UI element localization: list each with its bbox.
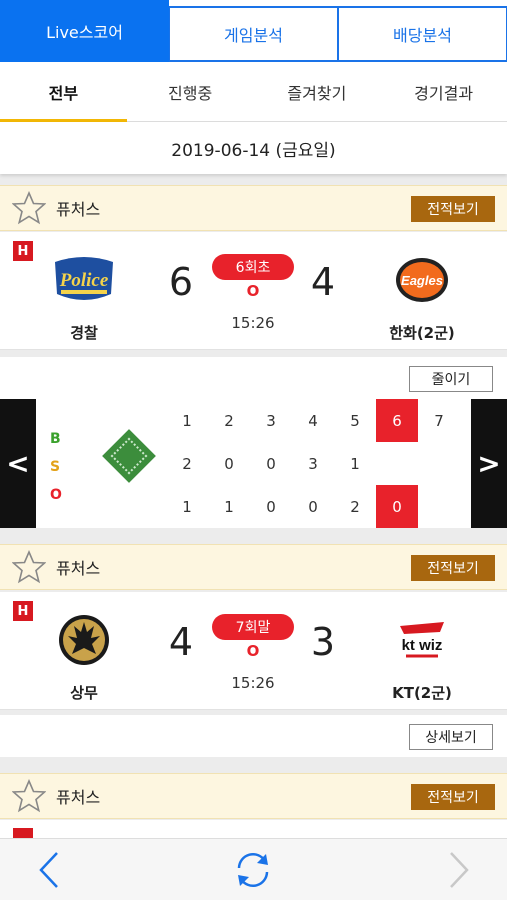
home-team-name: 경찰 (70, 324, 98, 342)
away-inning-score: 0 (266, 497, 276, 516)
league-header: 퓨처스 전적보기 (0, 185, 507, 231)
away-team: kt wiz KT(2군) (362, 610, 482, 703)
tab-live-score[interactable]: Live스코어 (0, 0, 169, 62)
inning-grid: 1 2 3 4 5 6 7 2 0 0 3 1 1 1 0 0 2 0 (166, 399, 471, 528)
away-team-name: KT(2군) (392, 684, 452, 702)
prev-arrow-icon[interactable]: < (0, 399, 36, 528)
favorite-star-icon[interactable] (12, 550, 46, 584)
subtab-results[interactable]: 경기결과 (380, 62, 507, 121)
away-inning-score: 0 (308, 497, 318, 516)
league-header: 퓨처스 전적보기 (0, 544, 507, 590)
view-record-button[interactable]: 전적보기 (411, 196, 495, 222)
live-indicator: O (246, 642, 260, 660)
game-time: 15:26 (231, 314, 275, 332)
favorite-star-icon[interactable] (12, 191, 46, 225)
league-name: 퓨처스 (56, 559, 101, 578)
logo-text: Eagles (401, 273, 443, 288)
inning-header: 4 (308, 411, 318, 430)
league-name: 퓨처스 (56, 788, 101, 807)
details-button[interactable]: 상세보기 (409, 724, 493, 750)
back-icon[interactable] (28, 849, 70, 891)
away-inning-score: 2 (350, 497, 360, 516)
tab-game-analysis[interactable]: 게임분석 (169, 6, 338, 62)
favorite-star-icon[interactable] (12, 779, 46, 813)
forward-icon[interactable] (438, 849, 480, 891)
inning-header: 5 (350, 411, 360, 430)
home-team: 상무 (24, 610, 144, 703)
home-team-name: 상무 (70, 684, 98, 702)
inning-header-current: 6 (376, 399, 418, 442)
league-name: 퓨처스 (56, 200, 101, 219)
logo-text: kt wiz (402, 637, 443, 654)
collapse-button[interactable]: 줄이기 (409, 366, 493, 392)
subtab-favorites[interactable]: 즐겨찾기 (254, 62, 381, 121)
game-card[interactable]: H 상무 4 7회말 O 15:26 3 kt wiz KT(2군) (0, 592, 507, 710)
home-inning-score (418, 442, 460, 485)
home-score: 4 (168, 620, 194, 664)
home-inning-score: 0 (224, 454, 234, 473)
action-row: 줄이기 (0, 357, 507, 399)
away-team-name: 한화(2군) (389, 324, 455, 342)
game-card[interactable]: H Police 경찰 6 6회초 O 15:26 4 Eagles 한화(2군… (0, 232, 507, 350)
home-inning-score: 3 (308, 454, 318, 473)
top-tabs: Live스코어 게임분석 배당분석 (0, 0, 507, 62)
home-inning-score: 1 (350, 454, 360, 473)
inning-header: 2 (224, 411, 234, 430)
league-header: 퓨처스 전적보기 (0, 773, 507, 819)
view-record-button[interactable]: 전적보기 (411, 784, 495, 810)
away-score: 4 (310, 260, 336, 304)
game-card-partial (0, 820, 507, 838)
view-record-button[interactable]: 전적보기 (411, 555, 495, 581)
police-logo-icon: Police (48, 250, 120, 310)
ball-label: B (50, 431, 61, 447)
refresh-icon[interactable] (232, 849, 274, 891)
away-score: 3 (310, 620, 336, 664)
action-row: 상세보기 (0, 715, 507, 757)
away-inning-score: 1 (182, 497, 192, 516)
home-team: Police 경찰 (24, 250, 144, 343)
away-inning-score: 1 (224, 497, 234, 516)
away-inning-score-current: 0 (376, 485, 418, 528)
game-time: 15:26 (231, 674, 275, 692)
away-team: Eagles 한화(2군) (362, 250, 482, 343)
eagles-logo-icon: Eagles (386, 250, 458, 310)
sangmu-logo-icon (48, 610, 120, 670)
inning-badge: 7회말 (212, 614, 294, 640)
home-inning-score: 0 (266, 454, 276, 473)
home-inning-score (376, 442, 418, 485)
out-label: O (50, 487, 62, 503)
subtab-in-progress[interactable]: 진행중 (127, 62, 254, 121)
inning-header: 1 (182, 411, 192, 430)
live-indicator: O (246, 282, 260, 300)
bottom-nav (0, 838, 507, 900)
tab-odds-analysis[interactable]: 배당분석 (338, 6, 507, 62)
home-inning-score: 2 (182, 454, 192, 473)
inning-badge: 6회초 (212, 254, 294, 280)
logo-text: Police (59, 270, 109, 291)
inning-header: 3 (266, 411, 276, 430)
next-arrow-icon[interactable]: > (471, 399, 507, 528)
strike-label: S (50, 459, 61, 475)
subtab-all[interactable]: 전부 (0, 62, 127, 122)
home-score: 6 (168, 260, 194, 304)
date-label: 2019-06-14 (금요일) (0, 122, 507, 174)
h-badge (13, 828, 33, 838)
bso-indicator: B S O (50, 425, 62, 509)
kt-wiz-logo-icon: kt wiz (386, 610, 458, 670)
away-inning-score (418, 485, 460, 528)
sub-tabs: 전부 진행중 즐겨찾기 경기결과 (0, 62, 507, 122)
baseball-diamond-icon (102, 429, 156, 483)
inning-header: 7 (434, 411, 444, 430)
inning-scoreboard: < B S O 1 2 3 4 5 6 7 2 0 0 3 1 1 1 0 0 … (0, 399, 507, 528)
